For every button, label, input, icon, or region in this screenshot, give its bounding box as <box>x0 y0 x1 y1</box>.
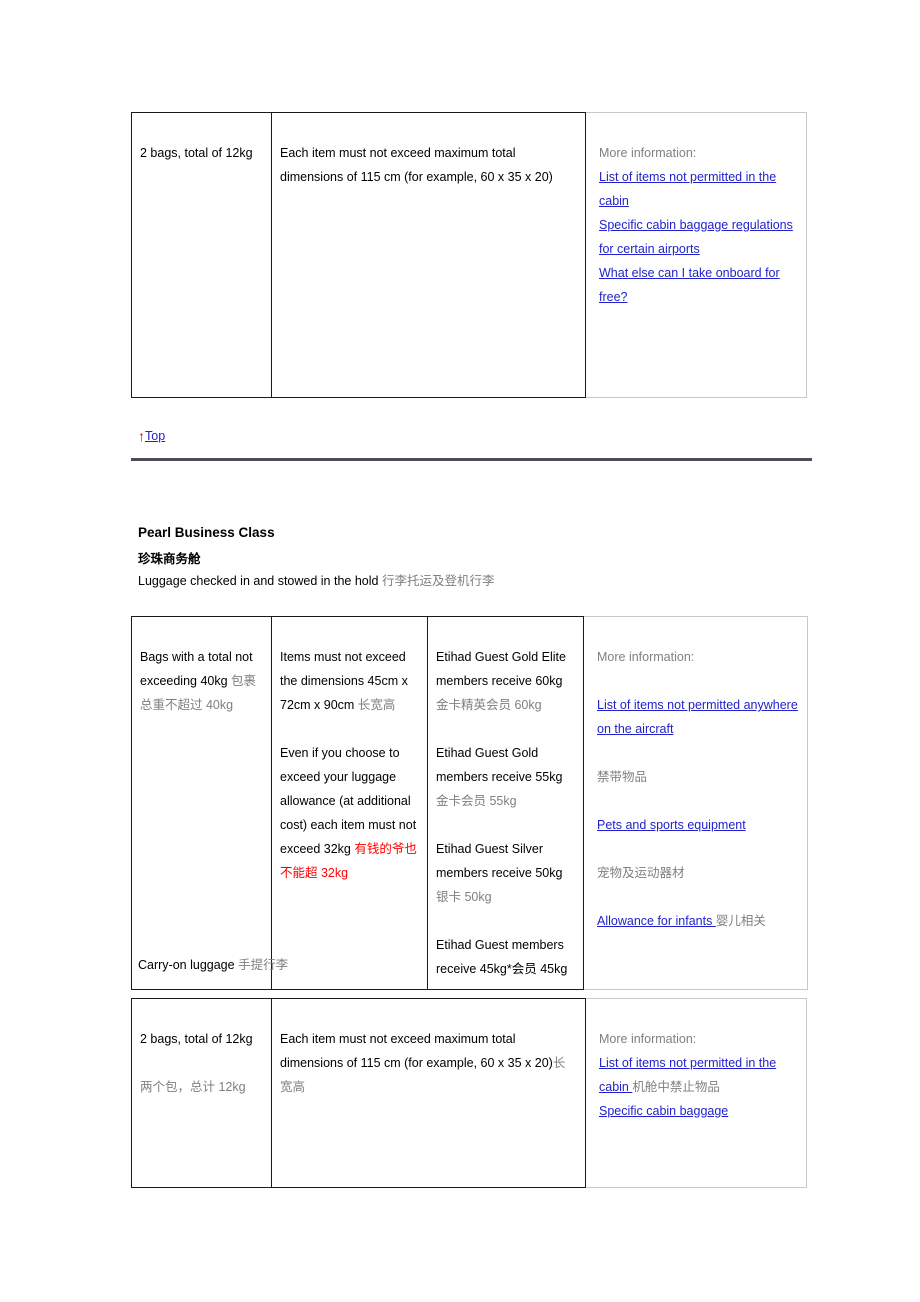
hold-luggage-table: Bags with a total not exceeding 40kg 包裹总… <box>131 616 808 990</box>
more-information-label: More information: <box>599 146 697 160</box>
table-row: 2 bags, total of 12kg Each item must not… <box>131 112 807 398</box>
tier-gold-cn: 金卡会员 55kg <box>436 794 517 808</box>
link-pets-sports-equipment[interactable]: Pets and sports equipment <box>597 818 746 832</box>
subheading-carry-en: Carry-on luggage <box>138 958 239 972</box>
more-information-label: More information: <box>599 1032 697 1046</box>
section-divider <box>131 458 812 461</box>
carry-on-luggage-table: 2 bags, total of 12kg 两个包，总计 12kg Each i… <box>131 998 807 1188</box>
cell-item-dimensions: Items must not exceed the dimensions 45c… <box>271 616 428 990</box>
back-to-top[interactable]: ↑Top <box>138 427 165 445</box>
cell-dimensions: Each item must not exceed maximum total … <box>271 112 586 398</box>
cell-dimensions: Each item must not exceed maximum total … <box>271 998 586 1188</box>
tier-silver-en: Etihad Guest Silver members receive 50kg <box>436 842 563 880</box>
cell-total-weight: Bags with a total not exceeding 40kg 包裹总… <box>131 616 272 990</box>
subheading-carry-cn: 手提行李 <box>238 958 289 972</box>
link-allowance-for-infants-cn: 婴儿相关 <box>715 914 766 928</box>
top-link-label[interactable]: Top <box>145 429 165 443</box>
cell-more-information: More information: List of items not perm… <box>585 998 807 1188</box>
dimensions-en: Each item must not exceed maximum total … <box>280 1032 553 1070</box>
link-items-not-permitted-aircraft-cn: 禁带物品 <box>597 770 648 784</box>
cabin-baggage-table-top: 2 bags, total of 12kg Each item must not… <box>131 112 807 398</box>
bag-allowance-en: 2 bags, total of 12kg <box>140 1032 253 1046</box>
table-row: 2 bags, total of 12kg 两个包，总计 12kg Each i… <box>131 998 807 1188</box>
cell-bag-allowance: 2 bags, total of 12kg 两个包，总计 12kg <box>131 998 272 1188</box>
dimensions-text: Each item must not exceed maximum total … <box>280 146 553 184</box>
link-items-not-permitted-cabin[interactable]: List of items not permitted in the cabin <box>599 170 776 208</box>
cell-guest-tiers: Etihad Guest Gold Elite members receive … <box>427 616 584 990</box>
bag-allowance-cn: 两个包，总计 12kg <box>140 1080 246 1094</box>
subheading-hold-en: Luggage checked in and stowed in the hol… <box>138 574 382 588</box>
link-specific-cabin-baggage[interactable]: Specific cabin baggage <box>599 1104 728 1118</box>
link-items-not-permitted-aircraft[interactable]: List of items not permitted anywhere on … <box>597 698 798 736</box>
link-items-not-permitted-cabin-cn: 机舱中禁止物品 <box>632 1080 720 1094</box>
subheading-hold-luggage: Luggage checked in and stowed in the hol… <box>138 572 494 590</box>
section-heading-english: Pearl Business Class <box>138 525 275 540</box>
subheading-hold-cn: 行李托运及登机行李 <box>381 574 495 588</box>
item-dimensions-cn: 长宽高 <box>357 698 396 712</box>
link-what-else-onboard-free[interactable]: What else can I take onboard for free? <box>599 266 780 304</box>
subheading-carry-on: Carry-on luggage 手提行李 <box>138 956 288 974</box>
tier-member-cn: 会员 45kg <box>511 962 568 976</box>
link-allowance-for-infants[interactable]: Allowance for infants <box>597 914 716 928</box>
bag-allowance-text: 2 bags, total of 12kg <box>140 146 253 160</box>
table-row: Bags with a total not exceeding 40kg 包裹总… <box>131 616 808 990</box>
tier-gold-en: Etihad Guest Gold members receive 55kg <box>436 746 563 784</box>
excess-allowance-en: Even if you choose to exceed your luggag… <box>280 746 417 856</box>
tier-silver-cn: 银卡 50kg <box>436 890 492 904</box>
tier-gold-elite-en: Etihad Guest Gold Elite members receive … <box>436 650 566 688</box>
link-pets-sports-equipment-cn: 宠物及运动器材 <box>597 866 685 880</box>
cell-more-information: More information: List of items not perm… <box>583 616 808 990</box>
cell-bag-allowance: 2 bags, total of 12kg <box>131 112 272 398</box>
link-specific-cabin-baggage-regulations[interactable]: Specific cabin baggage regulations for c… <box>599 218 793 256</box>
section-heading-chinese: 珍珠商务舱 <box>138 552 201 566</box>
document-page: 2 bags, total of 12kg Each item must not… <box>0 0 920 1302</box>
tier-gold-elite-cn: 金卡精英会员 60kg <box>436 698 542 712</box>
more-information-label: More information: <box>597 650 695 664</box>
cell-more-information: More information: List of items not perm… <box>585 112 807 398</box>
up-arrow-icon: ↑ <box>138 428 145 444</box>
